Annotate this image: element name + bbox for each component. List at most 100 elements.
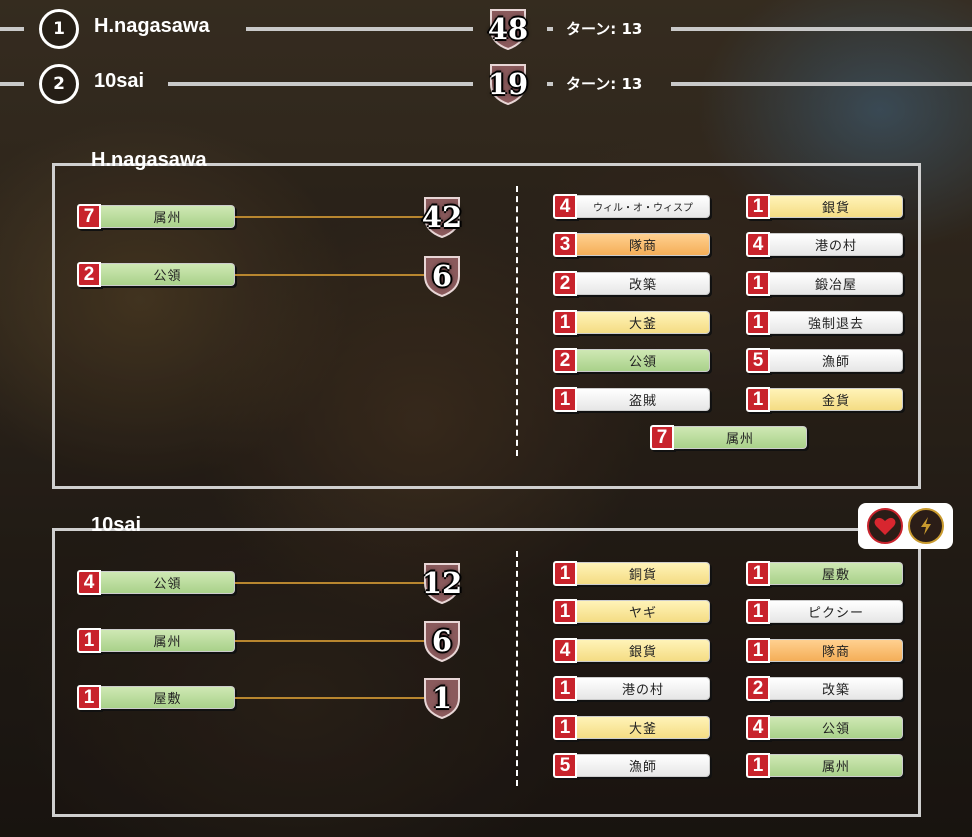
score-connector	[235, 640, 425, 642]
header-line	[168, 82, 473, 86]
card-count: 1	[553, 676, 577, 701]
card-name: 大釜	[577, 716, 710, 739]
score-value: 19	[487, 67, 529, 101]
deck-card: 1 大釜	[553, 715, 710, 740]
score-connector	[235, 274, 425, 276]
card-name: 公領	[577, 349, 710, 372]
card-count: 1	[746, 753, 770, 778]
card-count: 1	[746, 599, 770, 624]
score-connector	[235, 697, 425, 699]
score-shield: 42	[422, 195, 462, 239]
score-value: 6	[431, 624, 453, 658]
deck-card: 1 銀貨	[746, 194, 903, 219]
deck-card: 1 ヤギ	[553, 599, 710, 624]
card-name: 銅貨	[577, 562, 710, 585]
card-name: 属州	[101, 629, 235, 652]
player-name: 10sai	[94, 70, 145, 92]
score-shield: 6	[422, 619, 462, 663]
card-count: 1	[746, 638, 770, 663]
header-line	[671, 27, 972, 31]
panel-divider	[516, 551, 518, 786]
header-line	[0, 27, 24, 31]
deck-card: 7 属州	[650, 425, 807, 450]
score-value: 12	[421, 566, 463, 600]
card-name: 公領	[101, 263, 235, 286]
score-connector	[235, 582, 425, 584]
card-name: 改築	[770, 677, 903, 700]
player-deck-panel: H.nagasawa 7 属州 42 2 公領 6 4 ウィル・オ・ウィスプ 3…	[52, 149, 921, 489]
card-count: 1	[553, 387, 577, 412]
card-name: 隊商	[577, 233, 710, 256]
card-name: 大釜	[577, 311, 710, 334]
rank-badge: 2	[39, 64, 79, 104]
victory-card: 4 公領	[77, 570, 235, 595]
player-deck-panel: 10sai 4 公領 12 1 属州 6 1 屋敷 1 1 銅貨 1 ヤギ 4 …	[52, 514, 921, 817]
card-count: 1	[746, 310, 770, 335]
card-name: 公領	[101, 571, 235, 594]
deck-card: 5 漁師	[746, 348, 903, 373]
card-count: 1	[746, 194, 770, 219]
deck-card: 1 銅貨	[553, 561, 710, 586]
card-count: 2	[553, 271, 577, 296]
card-count: 1	[553, 310, 577, 335]
card-count: 2	[553, 348, 577, 373]
card-name: 属州	[770, 754, 903, 777]
deck-card: 4 港の村	[746, 232, 903, 257]
deck-card: 2 公領	[553, 348, 710, 373]
card-name: 鍛冶屋	[770, 272, 903, 295]
deck-card: 5 漁師	[553, 753, 710, 778]
score-shield: 12	[422, 561, 462, 605]
card-name: 銀貨	[770, 195, 903, 218]
victory-card: 1 属州	[77, 628, 235, 653]
header-line	[671, 82, 972, 86]
card-name: 港の村	[577, 677, 710, 700]
card-name: ピクシー	[770, 600, 903, 623]
score-shield: 19	[488, 62, 528, 106]
score-shield: 6	[422, 254, 462, 298]
turn-count: ターン: 13	[566, 20, 643, 38]
card-count: 4	[746, 232, 770, 257]
score-value: 42	[421, 200, 463, 234]
header-line	[246, 27, 473, 31]
card-name: 銀貨	[577, 639, 710, 662]
header-line	[547, 27, 553, 31]
card-name: 属州	[674, 426, 807, 449]
score-shield: 1	[422, 676, 462, 720]
rank-badge: 1	[39, 9, 79, 49]
card-count: 1	[77, 628, 101, 653]
deck-card: 1 強制退去	[746, 310, 903, 335]
card-count: 1	[553, 599, 577, 624]
turn-count: ターン: 13	[566, 75, 643, 93]
ranking-row-2: 2 10sai 19 ターン: 13	[0, 62, 972, 106]
panel-divider	[516, 186, 518, 456]
deck-card: 2 改築	[553, 271, 710, 296]
card-name: 漁師	[577, 754, 710, 777]
deck-card: 1 大釜	[553, 310, 710, 335]
deck-card: 4 公領	[746, 715, 903, 740]
card-name: 隊商	[770, 639, 903, 662]
card-name: 盗賊	[577, 388, 710, 411]
deck-card: 1 金貨	[746, 387, 903, 412]
deck-card: 1 港の村	[553, 676, 710, 701]
card-name: 属州	[101, 205, 235, 228]
header-line	[547, 82, 553, 86]
card-name: 屋敷	[770, 562, 903, 585]
deck-card: 1 盗賊	[553, 387, 710, 412]
card-count: 7	[650, 425, 674, 450]
panel-title: 10sai	[91, 514, 142, 536]
ranking-row-1: 1 H.nagasawa 48 ターン: 13	[0, 7, 972, 51]
card-count: 3	[553, 232, 577, 257]
deck-card: 1 屋敷	[746, 561, 903, 586]
card-count: 1	[77, 685, 101, 710]
card-count: 1	[746, 271, 770, 296]
deck-card: 2 改築	[746, 676, 903, 701]
score-shield: 48	[488, 7, 528, 51]
victory-card: 2 公領	[77, 262, 235, 287]
like-button[interactable]	[866, 508, 903, 544]
deck-card: 1 鍛冶屋	[746, 271, 903, 296]
flash-button[interactable]	[908, 508, 945, 544]
player-name: H.nagasawa	[94, 15, 210, 37]
card-count: 1	[553, 561, 577, 586]
card-count: 4	[553, 194, 577, 219]
card-name: 港の村	[770, 233, 903, 256]
